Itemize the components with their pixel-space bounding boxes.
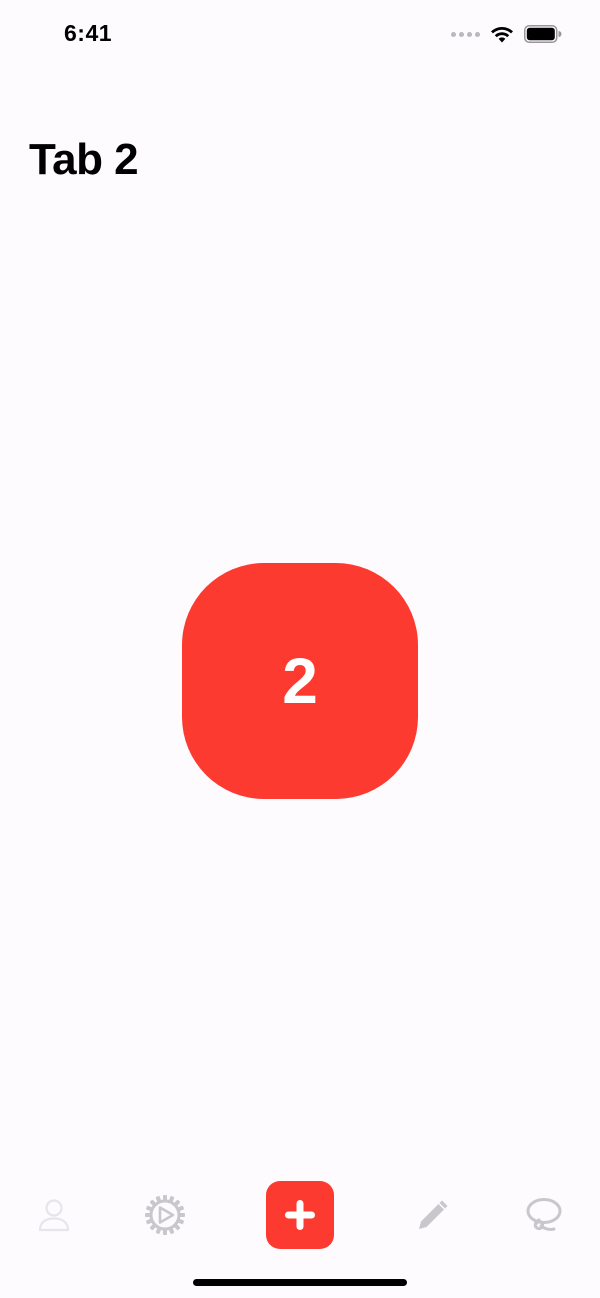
tile-number: 2 xyxy=(282,645,318,717)
app-screen: 6:41 Tab 2 2 xyxy=(0,0,600,1298)
lasso-icon xyxy=(526,1198,562,1231)
pencil-icon xyxy=(419,1200,448,1229)
person-icon xyxy=(38,1199,70,1232)
tab-add[interactable] xyxy=(265,1180,335,1250)
gear-play-icon xyxy=(145,1195,185,1235)
tab-edit[interactable] xyxy=(398,1180,468,1250)
status-indicators xyxy=(451,22,562,46)
cellular-signal-icon xyxy=(451,31,480,37)
plus-icon xyxy=(285,1200,315,1230)
status-time: 6:41 xyxy=(64,20,113,46)
page-title: Tab 2 xyxy=(29,135,139,184)
tab-settings-play[interactable] xyxy=(130,1180,200,1250)
battery-icon xyxy=(524,25,562,43)
tab-profile[interactable] xyxy=(19,1180,89,1250)
home-indicator[interactable] xyxy=(193,1279,407,1286)
tab-bar xyxy=(0,1170,600,1260)
tab-lasso[interactable] xyxy=(509,1180,579,1250)
wifi-icon xyxy=(491,26,513,43)
status-bar: 6:41 xyxy=(0,0,600,70)
tab-number-tile: 2 xyxy=(182,563,418,799)
add-button[interactable] xyxy=(266,1181,334,1249)
